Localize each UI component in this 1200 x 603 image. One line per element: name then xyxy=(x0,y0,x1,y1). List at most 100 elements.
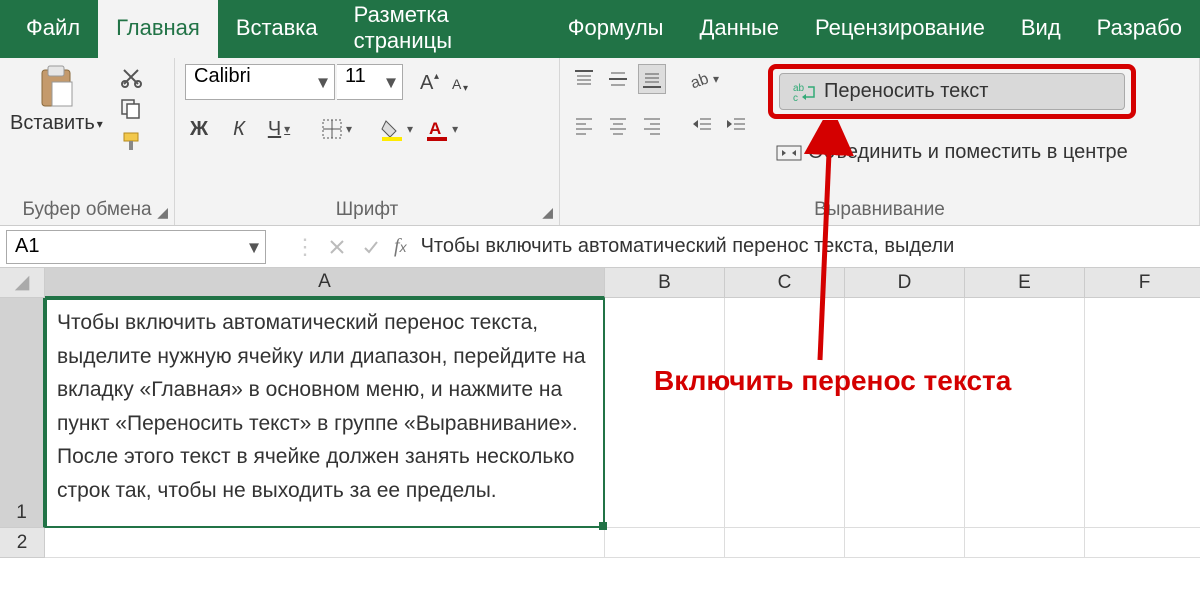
align-bottom-button[interactable] xyxy=(638,64,666,94)
annotation-text: Включить перенос текста xyxy=(654,365,1011,397)
dialog-launcher-icon[interactable]: ◢ xyxy=(157,204,168,221)
tab-data[interactable]: Данные xyxy=(681,0,796,58)
align-right-icon xyxy=(641,114,663,136)
svg-text:ab: ab xyxy=(688,70,710,90)
align-center-icon xyxy=(607,114,629,136)
chevron-down-icon: ▾ xyxy=(386,70,396,95)
align-left-button[interactable] xyxy=(570,110,598,140)
column-header-f[interactable]: F xyxy=(1085,268,1200,298)
wrap-text-label: Переносить текст xyxy=(824,80,988,103)
cell-a1[interactable]: Чтобы включить автоматический перенос те… xyxy=(45,298,605,528)
cell-a2[interactable] xyxy=(45,528,605,558)
tab-developer[interactable]: Разрабо xyxy=(1079,0,1200,58)
align-bottom-icon xyxy=(641,68,663,90)
paste-button[interactable]: Вставить▾ xyxy=(10,64,103,135)
cell-c1[interactable] xyxy=(725,298,845,528)
select-all-corner[interactable]: ◢ xyxy=(0,268,45,298)
orientation-button[interactable]: ab xyxy=(688,64,719,94)
paintbrush-icon xyxy=(120,130,142,152)
name-box[interactable]: A1 ▾ xyxy=(6,230,266,264)
svg-text:▴: ▴ xyxy=(434,71,439,82)
grip-icon: ⋮ xyxy=(290,234,320,260)
tab-insert[interactable]: Вставка xyxy=(218,0,336,58)
font-color-icon: A xyxy=(425,117,449,141)
dialog-launcher-icon[interactable]: ◢ xyxy=(542,204,553,221)
decrease-font-size-button[interactable]: A▾ xyxy=(447,67,475,97)
borders-button[interactable] xyxy=(321,114,352,144)
group-label-alignment: Выравнивание xyxy=(570,193,1189,221)
group-font: Calibri ▾ 11 ▾ A▴ A▾ Ж К Ч xyxy=(175,58,560,225)
increase-indent-icon xyxy=(725,114,747,136)
chevron-down-icon: ▾ xyxy=(97,117,103,131)
cell-c2[interactable] xyxy=(725,528,845,558)
ribbon: Вставить▾ Буфер обмена ◢ Calibri xyxy=(0,58,1200,226)
copy-icon xyxy=(120,98,142,120)
column-header-d[interactable]: D xyxy=(845,268,965,298)
tab-formulas[interactable]: Формулы xyxy=(550,0,682,58)
copy-button[interactable] xyxy=(117,96,145,122)
merge-center-button[interactable]: Объединить и поместить в центре xyxy=(768,135,1136,170)
group-label-font: Шрифт xyxy=(185,193,549,221)
align-left-icon xyxy=(573,114,595,136)
increase-indent-button[interactable] xyxy=(722,110,750,140)
tab-home[interactable]: Главная xyxy=(98,0,218,58)
x-icon xyxy=(328,238,346,256)
formula-bar-content[interactable]: Чтобы включить автоматический перенос те… xyxy=(421,235,1194,258)
chevron-down-icon: ▾ xyxy=(249,234,259,259)
tab-file[interactable]: Файл xyxy=(8,0,98,58)
cell-f1[interactable] xyxy=(1085,298,1200,528)
wrap-text-button[interactable]: abc Переносить текст xyxy=(779,73,1125,110)
orientation-icon: ab xyxy=(688,68,710,90)
cell-d1[interactable] xyxy=(845,298,965,528)
clipboard-icon xyxy=(31,64,81,110)
row-header-1[interactable]: 1 xyxy=(0,298,45,528)
column-header-a[interactable]: A xyxy=(45,268,605,298)
cell-d2[interactable] xyxy=(845,528,965,558)
increase-font-icon: A▴ xyxy=(418,69,444,95)
align-middle-icon xyxy=(607,68,629,90)
align-center-button[interactable] xyxy=(604,110,632,140)
italic-button[interactable]: К xyxy=(225,114,253,144)
decrease-indent-button[interactable] xyxy=(688,110,716,140)
align-right-button[interactable] xyxy=(638,110,666,140)
callout-highlight: abc Переносить текст xyxy=(768,64,1136,119)
column-header-b[interactable]: B xyxy=(605,268,725,298)
cell-e2[interactable] xyxy=(965,528,1085,558)
increase-font-size-button[interactable]: A▴ xyxy=(417,67,445,97)
group-label-clipboard: Буфер обмена xyxy=(10,193,164,221)
svg-text:A: A xyxy=(429,119,441,138)
spreadsheet-grid: ◢ A B C D E F 1 Чтобы включить автоматич… xyxy=(0,268,1200,558)
font-color-button[interactable]: A xyxy=(425,114,458,144)
scissors-icon xyxy=(120,66,142,88)
paste-label: Вставить xyxy=(10,112,95,135)
font-size-selector[interactable]: 11 ▾ xyxy=(337,64,403,100)
cell-e1[interactable] xyxy=(965,298,1085,528)
merge-icon xyxy=(776,142,802,164)
bold-button[interactable]: Ж xyxy=(185,114,213,144)
cell-b1[interactable] xyxy=(605,298,725,528)
font-name-selector[interactable]: Calibri ▾ xyxy=(185,64,335,100)
column-header-c[interactable]: C xyxy=(725,268,845,298)
fx-button[interactable]: fx xyxy=(388,235,421,258)
underline-button[interactable]: Ч xyxy=(265,114,293,144)
format-painter-button[interactable] xyxy=(117,128,145,154)
cancel-formula-button[interactable] xyxy=(320,230,354,264)
tab-page-layout[interactable]: Разметка страницы xyxy=(336,0,550,58)
cell-b2[interactable] xyxy=(605,528,725,558)
cut-button[interactable] xyxy=(117,64,145,90)
svg-text:▾: ▾ xyxy=(463,83,468,94)
row-header-2[interactable]: 2 xyxy=(0,528,45,558)
column-header-e[interactable]: E xyxy=(965,268,1085,298)
font-name-value: Calibri xyxy=(194,65,251,87)
enter-formula-button[interactable] xyxy=(354,230,388,264)
svg-text:A: A xyxy=(420,72,434,94)
tab-review[interactable]: Рецензирование xyxy=(797,0,1003,58)
align-top-button[interactable] xyxy=(570,64,598,94)
align-middle-button[interactable] xyxy=(604,64,632,94)
align-top-icon xyxy=(573,68,595,90)
tab-view[interactable]: Вид xyxy=(1003,0,1079,58)
decrease-indent-icon xyxy=(691,114,713,136)
fill-color-button[interactable] xyxy=(380,114,413,144)
group-alignment: ab abc Переносить текст xyxy=(560,58,1200,225)
cell-f2[interactable] xyxy=(1085,528,1200,558)
